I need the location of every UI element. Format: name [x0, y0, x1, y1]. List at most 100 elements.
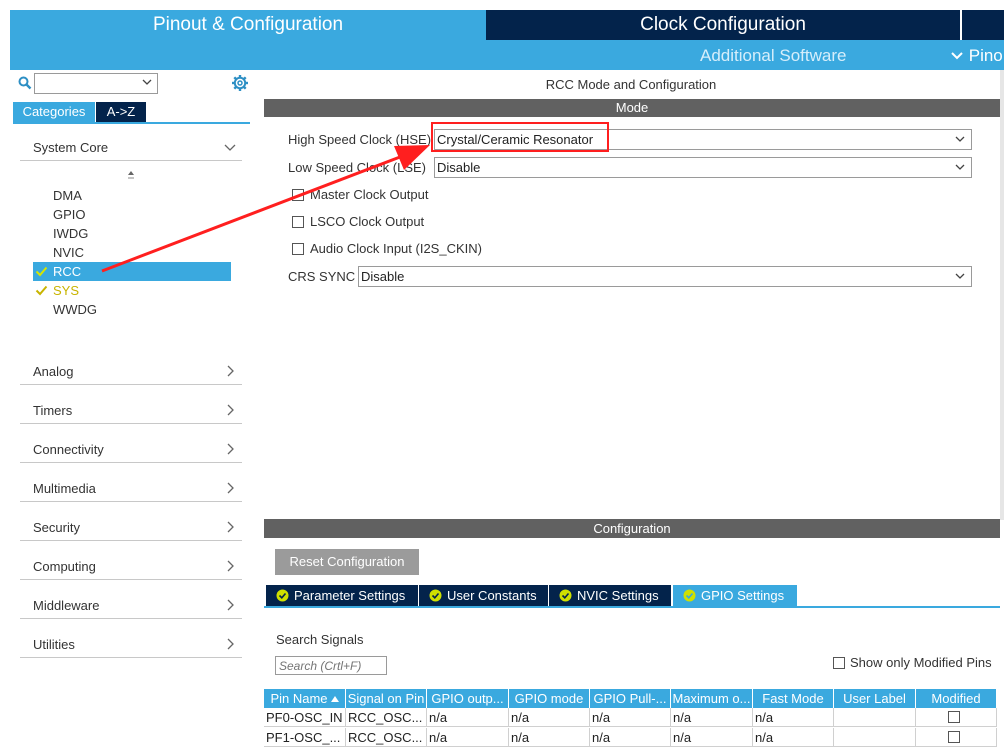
search-signals-input[interactable]: [275, 656, 387, 675]
category-middleware[interactable]: Middleware: [20, 593, 242, 619]
table-cell[interactable]: n/a: [590, 728, 671, 747]
core-item-label: WWDG: [53, 302, 98, 317]
core-item-label: SYS: [53, 283, 80, 298]
core-item-label: NVIC: [53, 245, 85, 260]
table-cell[interactable]: [834, 728, 916, 747]
table-cell[interactable]: PF1-OSC_...: [264, 728, 346, 747]
category-label: Analog: [33, 364, 74, 379]
core-item-iwdg[interactable]: IWDG: [33, 224, 231, 243]
tab-user-constants[interactable]: User Constants: [419, 585, 548, 606]
table-cell[interactable]: n/a: [427, 708, 509, 727]
mode-section-header: Mode: [264, 99, 1000, 117]
category-label: System Core: [33, 140, 109, 155]
modified-checkbox[interactable]: [948, 731, 960, 743]
chevron-right-icon: [227, 404, 234, 416]
chevron-down-icon: [951, 52, 963, 60]
category-connectivity[interactable]: Connectivity: [20, 437, 242, 463]
check-circle-icon: [559, 589, 572, 602]
checkbox-box[interactable]: [292, 189, 304, 201]
check-icon: [35, 266, 48, 277]
annotation-highlight-box: [431, 122, 609, 152]
search-icon[interactable]: [18, 76, 32, 90]
table-cell[interactable]: n/a: [753, 708, 834, 727]
chevron-right-icon: [227, 638, 234, 650]
core-item-dma[interactable]: DMA: [33, 186, 231, 205]
column-header-label: User Label: [843, 691, 906, 706]
check-circle-icon: [276, 589, 289, 602]
column-header-label: Pin Name: [270, 691, 328, 706]
core-item-rcc[interactable]: RCC: [33, 262, 231, 281]
tab-gpio-settings[interactable]: GPIO Settings: [673, 585, 797, 606]
crs-sync-select-value: Disable: [361, 269, 405, 284]
table-cell[interactable]: RCC_OSC...: [346, 728, 427, 747]
category-utilities[interactable]: Utilities: [20, 632, 242, 658]
category-computing[interactable]: Computing: [20, 554, 242, 580]
category-system-core[interactable]: System Core: [20, 135, 242, 161]
table-cell[interactable]: n/a: [509, 708, 590, 727]
column-header-maximum-output[interactable]: Maximum o...: [671, 689, 753, 708]
table-cell[interactable]: PF0-OSC_IN: [264, 708, 346, 727]
tab-label: NVIC Settings: [577, 588, 659, 603]
table-cell[interactable]: n/a: [753, 728, 834, 747]
column-header-label: GPIO Pull-...: [593, 691, 667, 706]
column-header-gpio-mode[interactable]: GPIO mode: [509, 689, 590, 708]
column-header-gpio-output[interactable]: GPIO outp...: [427, 689, 509, 708]
tab-categories[interactable]: Categories: [13, 102, 95, 122]
column-header-label: GPIO outp...: [431, 691, 504, 706]
lse-select[interactable]: Disable: [434, 157, 972, 178]
tab-parameter-settings[interactable]: Parameter Settings: [266, 585, 418, 606]
vertical-scrollbar[interactable]: [1000, 70, 1004, 520]
tab-clock-configuration[interactable]: Clock Configuration: [486, 10, 960, 40]
table-cell[interactable]: RCC_OSC...: [346, 708, 427, 727]
configuration-section-header: Configuration: [264, 519, 1000, 538]
column-header-modified[interactable]: Modified: [916, 689, 997, 708]
core-item-wwdg[interactable]: WWDG: [33, 300, 231, 319]
crs-sync-select[interactable]: Disable: [358, 266, 972, 287]
category-timers[interactable]: Timers: [20, 398, 242, 424]
chevron-right-icon: [227, 482, 234, 494]
table-cell[interactable]: [834, 708, 916, 727]
column-header-pin-name[interactable]: Pin Name: [264, 689, 346, 708]
tab-label: Parameter Settings: [294, 588, 406, 603]
checkbox-box[interactable]: [833, 657, 845, 669]
core-item-sys[interactable]: SYS: [33, 281, 231, 300]
check-icon: [35, 285, 48, 296]
column-header-user-label[interactable]: User Label: [834, 689, 916, 708]
core-item-gpio[interactable]: GPIO: [33, 205, 231, 224]
category-analog[interactable]: Analog: [20, 359, 242, 385]
checkbox-label: Master Clock Output: [310, 187, 429, 202]
tab-project-manager[interactable]: [962, 10, 1004, 40]
panel-title: RCC Mode and Configuration: [545, 77, 717, 92]
core-item-nvic[interactable]: NVIC: [33, 243, 231, 262]
chevron-down-icon: [955, 273, 965, 279]
table-cell[interactable]: n/a: [671, 728, 753, 747]
table-cell[interactable]: n/a: [671, 708, 753, 727]
hse-label: High Speed Clock (HSE): [288, 132, 432, 147]
column-header-fast-mode[interactable]: Fast Mode: [753, 689, 834, 708]
tab-nvic-settings[interactable]: NVIC Settings: [549, 585, 671, 606]
search-combo[interactable]: [34, 73, 158, 94]
table-cell[interactable]: n/a: [427, 728, 509, 747]
core-item-label: GPIO: [53, 207, 86, 222]
modified-checkbox[interactable]: [948, 711, 960, 723]
lse-label: Low Speed Clock (LSE): [288, 160, 427, 175]
column-header-label: GPIO mode: [514, 691, 584, 706]
sort-icon[interactable]: [126, 170, 136, 182]
column-header-gpio-pull[interactable]: GPIO Pull-...: [590, 689, 671, 708]
checkbox-box[interactable]: [292, 243, 304, 255]
table-cell[interactable]: n/a: [509, 728, 590, 747]
tab-pinout-configuration[interactable]: Pinout & Configuration: [10, 10, 486, 40]
category-security[interactable]: Security: [20, 515, 242, 541]
pinout-view-menu[interactable]: Pino: [950, 46, 1003, 66]
column-header-signal[interactable]: Signal on Pin: [346, 689, 427, 708]
search-signals-label: Search Signals: [276, 632, 364, 647]
checkbox-box[interactable]: [292, 216, 304, 228]
reset-configuration-button[interactable]: Reset Configuration: [275, 549, 419, 575]
tab-a-to-z[interactable]: A->Z: [96, 102, 146, 122]
checkbox-label: Audio Clock Input (I2S_CKIN): [310, 241, 482, 256]
tab-underline: [264, 606, 1000, 608]
gear-icon[interactable]: [231, 74, 249, 92]
additional-software-link[interactable]: Additional Software: [700, 46, 846, 66]
table-cell[interactable]: n/a: [590, 708, 671, 727]
category-multimedia[interactable]: Multimedia: [20, 476, 242, 502]
